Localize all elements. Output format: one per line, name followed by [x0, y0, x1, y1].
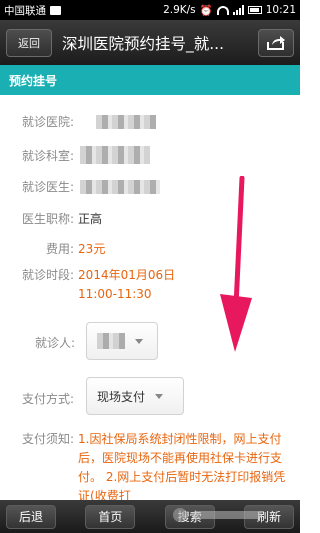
patient-label: 就诊人: [35, 336, 76, 350]
doctor-title-label: 医生职称: [22, 212, 75, 226]
doctor-value-redacted [80, 179, 161, 194]
title-bar: 返回 深圳医院预约挂号_就... [0, 20, 300, 65]
fee-label: 费用: [46, 242, 75, 256]
notice-label: 支付须知: [22, 432, 75, 446]
share-icon [267, 35, 285, 50]
fee-value: 23元 [78, 242, 106, 256]
share-button[interactable] [258, 28, 294, 57]
doctor-title-value: 正高 [78, 212, 103, 226]
department-value-redacted [80, 146, 151, 164]
search-button[interactable]: 搜索 [164, 504, 215, 529]
payment-notice: 支付须知: 1.因社保局系统封闭性限制，网上支付后，医院现场不能再使用社保卡进行… [22, 430, 292, 506]
doctor-label: 就诊医生: [22, 180, 75, 194]
doctor-row: 就诊医生: [22, 178, 161, 195]
alarm-icon: ⏰ [199, 4, 213, 17]
battery-icon [247, 6, 262, 14]
hospital-row: 就诊医院: [22, 113, 157, 130]
department-label: 就诊科室: [22, 148, 75, 163]
time-label: 就诊时段: [22, 268, 75, 282]
time-slot: 11:00-11:30 [78, 287, 152, 301]
patient-value-redacted [97, 333, 125, 349]
page-title: 深圳医院预约挂号_就... [62, 34, 225, 53]
network-speed: 2.9K/s [163, 4, 196, 16]
annotation-arrow [220, 176, 252, 352]
time-value: 2014年01月06日 11:00-11:30 [78, 266, 175, 304]
refresh-button[interactable]: 刷新 [243, 504, 294, 529]
signal-icon [232, 5, 244, 15]
chevron-down-icon [135, 338, 143, 344]
payment-value: 现场支付 [97, 389, 146, 404]
bottom-toolbar: 后退 首页 搜索 刷新 [0, 500, 300, 533]
time-date: 2014年01月06日 [78, 268, 176, 282]
time-row: 就诊时段: 2014年01月06日 11:00-11:30 [22, 266, 175, 304]
chevron-down-icon [155, 393, 164, 399]
back-nav-button[interactable]: 后退 [6, 504, 56, 529]
hospital-value-redacted [96, 114, 157, 129]
patient-row: 就诊人: [35, 334, 75, 351]
section-header: 预约挂号 [0, 65, 300, 95]
hospital-label: 就诊医院: [22, 115, 75, 129]
wifi-icon [216, 5, 229, 15]
back-button[interactable]: 返回 [6, 28, 52, 57]
image-notification-icon [50, 5, 61, 15]
notice-text: 1.因社保局系统封闭性限制，网上支付后，医院现场不能再使用社保卡进行支付。 2.… [78, 432, 286, 503]
patient-select[interactable] [86, 322, 158, 360]
payment-row: 支付方式: [22, 390, 74, 407]
clock: 10:21 [265, 4, 296, 16]
fee-row: 费用: 23元 [46, 240, 105, 257]
carrier-label: 中国联通 [4, 4, 46, 17]
department-row: 就诊科室: [22, 146, 151, 164]
doctor-title-row: 医生职称: 正高 [22, 210, 102, 227]
home-button[interactable]: 首页 [85, 504, 136, 529]
status-bar: 中国联通 2.9K/s ⏰ 10:21 [0, 0, 300, 20]
payment-select[interactable]: 现场支付 [86, 377, 184, 415]
payment-label: 支付方式: [22, 392, 75, 406]
